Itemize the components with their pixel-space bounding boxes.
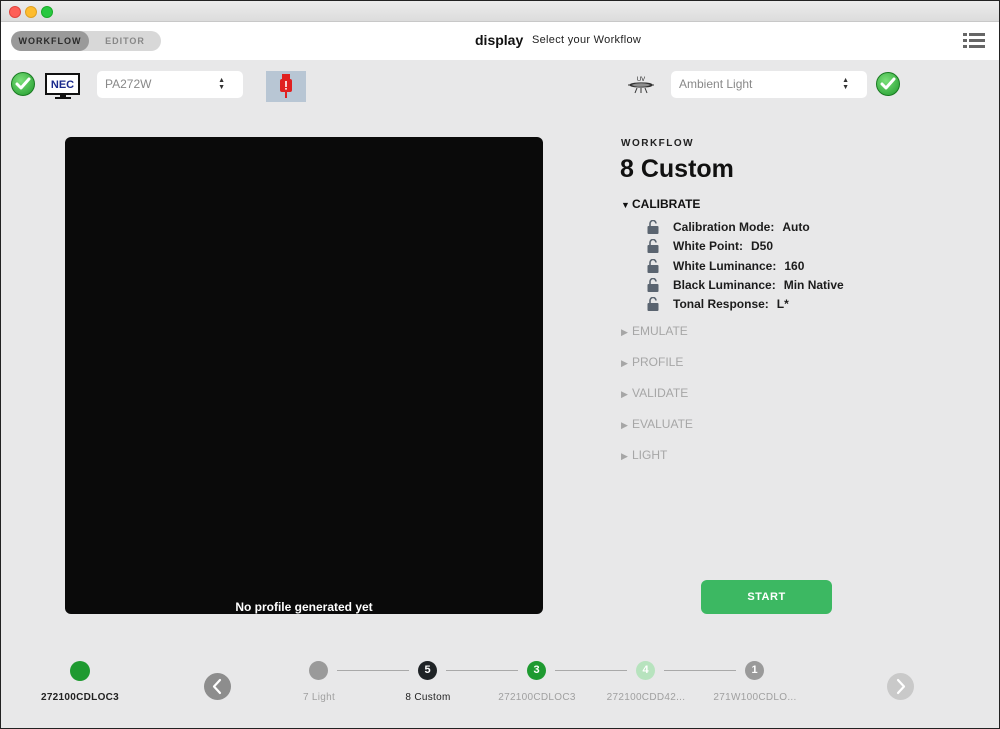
setting-value: L* [776, 297, 789, 311]
workflow-step-5[interactable]: 1 [745, 661, 764, 680]
step-connector [337, 670, 409, 671]
section-calibrate[interactable]: ▼ CALIBRATE [621, 197, 700, 211]
step-connector [664, 670, 736, 671]
workflow-step-label: 271W100CDLO... [713, 692, 797, 703]
app-header: WORKFLOW EDITOR display Select your Work… [1, 22, 999, 60]
setting-value: D50 [750, 239, 773, 253]
tab-workflow[interactable]: WORKFLOW [11, 31, 89, 51]
uv-ambient-sensor-icon: UV [627, 75, 655, 95]
section-light[interactable]: ▶ LIGHT [621, 448, 667, 462]
section-evaluate[interactable]: ▶ EVALUATE [621, 417, 693, 431]
workflow-step-label: 272100CDD42... [606, 692, 686, 703]
workflow-step-2[interactable]: 5 [418, 661, 437, 680]
app-title: display [475, 32, 524, 48]
section-title: LIGHT [632, 448, 668, 462]
unlocked-lock-icon[interactable] [647, 259, 659, 273]
unlocked-lock-icon[interactable] [647, 239, 659, 253]
start-button[interactable]: START [701, 580, 832, 614]
display-select[interactable]: PA272W ▲ ▼ [97, 71, 243, 98]
section-title: PROFILE [632, 355, 684, 369]
display-status-check-icon [11, 72, 35, 96]
triangle-right-icon: ▶ [621, 358, 628, 368]
section-emulate[interactable]: ▶ EMULATE [621, 324, 688, 338]
nec-logo-text: NEC [51, 79, 74, 91]
step-connector [446, 670, 518, 671]
uv-icon-label: UV [637, 77, 645, 83]
workflow-step-1[interactable] [309, 661, 328, 680]
setting-key: Calibration Mode: [673, 220, 775, 234]
workflow-step-4[interactable]: 4 [636, 661, 655, 680]
ambient-light-select[interactable]: Ambient Light ▲ ▼ [671, 71, 867, 98]
title-bar [1, 1, 999, 22]
display-select-value: PA272W [105, 77, 152, 91]
close-window-button[interactable] [9, 6, 21, 18]
workflow-step-label: 272100CDLOC3 [498, 692, 576, 703]
triangle-right-icon: ▶ [621, 327, 628, 337]
list-menu-icon[interactable] [963, 32, 985, 50]
workflow-step-label: 8 Custom [405, 692, 451, 703]
setting-key: White Point: [673, 239, 743, 253]
unlocked-lock-icon[interactable] [647, 220, 659, 234]
setting-value: Min Native [783, 278, 844, 292]
section-title: VALIDATE [632, 386, 689, 400]
device-label: 272100CDLOC3 [40, 692, 120, 703]
section-title: CALIBRATE [632, 197, 701, 211]
zoom-window-button[interactable] [41, 6, 53, 18]
unlocked-lock-icon[interactable] [647, 297, 659, 311]
page-subtitle: Select your Workflow [532, 34, 642, 46]
app-window: WORKFLOW EDITOR display Select your Work… [0, 0, 1000, 729]
ambient-status-check-icon [876, 72, 900, 96]
unlocked-lock-icon[interactable] [647, 278, 659, 292]
triangle-down-icon: ▼ [621, 200, 630, 210]
section-validate[interactable]: ▶ VALIDATE [621, 386, 688, 400]
section-title: EVALUATE [632, 417, 693, 431]
usb-warning-icon[interactable] [266, 71, 306, 102]
step-connector [555, 670, 627, 671]
section-title: EMULATE [632, 324, 688, 338]
setting-key: Tonal Response: [673, 297, 769, 311]
triangle-right-icon: ▶ [621, 389, 628, 399]
chevron-right-icon [896, 678, 906, 695]
workflow-step-3[interactable]: 3 [527, 661, 546, 680]
select-arrows-icon: ▲ ▼ [218, 77, 225, 91]
ambient-select-value: Ambient Light [679, 77, 753, 91]
previous-workflow-button[interactable] [204, 673, 231, 700]
setting-key: White Luminance: [673, 259, 777, 273]
device-status-dot[interactable] [70, 661, 90, 681]
section-profile[interactable]: ▶ PROFILE [621, 355, 683, 369]
select-arrows-icon: ▲ ▼ [842, 77, 849, 91]
preview-caption: No profile generated yet [235, 600, 373, 614]
tab-editor[interactable]: EDITOR [89, 31, 161, 51]
chevron-left-icon [212, 678, 222, 695]
triangle-right-icon: ▶ [621, 420, 628, 430]
setting-value: Auto [782, 220, 810, 234]
triangle-right-icon: ▶ [621, 451, 628, 461]
mode-toggle: WORKFLOW EDITOR [11, 31, 161, 51]
workflow-step-label: 7 Light [302, 692, 336, 703]
nec-monitor-icon: NEC [45, 73, 81, 99]
workflow-name: 8 Custom [620, 155, 734, 183]
minimize-window-button[interactable] [25, 6, 37, 18]
workflow-label: WORKFLOW [621, 138, 695, 149]
setting-key: Black Luminance: [673, 278, 776, 292]
next-workflow-button[interactable] [887, 673, 914, 700]
profile-preview: No profile generated yet [65, 137, 543, 614]
setting-value: 160 [784, 259, 805, 273]
